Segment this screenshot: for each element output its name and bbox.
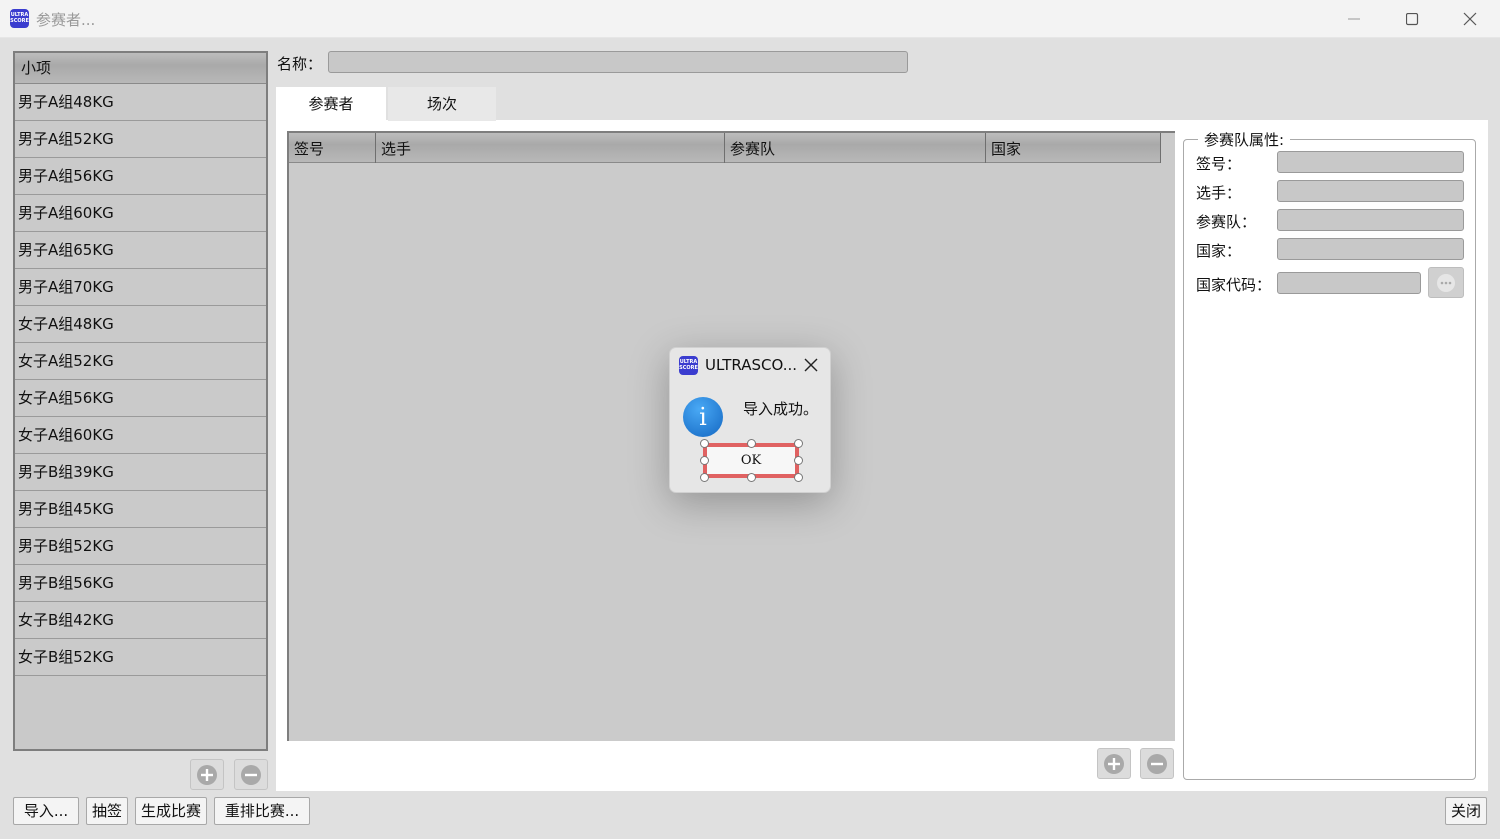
list-item[interactable]: 男子A组60KG — [15, 195, 266, 232]
message-dialog: ULTRA SCORE ULTRASCO... i 导入成功。 OK — [669, 347, 831, 493]
tab-participants[interactable]: 参赛者 — [276, 87, 386, 121]
list-item[interactable]: 女子A组60KG — [15, 417, 266, 454]
dialog-title: ULTRASCO... — [705, 356, 798, 374]
remove-event-button[interactable] — [234, 759, 268, 790]
country-code-field[interactable] — [1277, 272, 1421, 294]
name-label: 名称： — [277, 55, 323, 73]
draw-button[interactable]: 抽签 — [86, 797, 128, 825]
selection-handle — [794, 456, 803, 465]
app-logo-icon: ULTRA SCORE — [679, 356, 698, 375]
team-field[interactable] — [1277, 209, 1464, 231]
draw-number-field[interactable] — [1277, 151, 1464, 173]
event-list-header: 小项 — [15, 53, 266, 84]
add-participant-button[interactable] — [1097, 748, 1131, 779]
maximize-button[interactable] — [1383, 0, 1441, 38]
list-item[interactable]: 男子A组56KG — [15, 158, 266, 195]
generate-matches-button[interactable]: 生成比赛 — [135, 797, 207, 825]
add-event-button[interactable] — [190, 759, 224, 790]
list-item[interactable]: 女子B组42KG — [15, 602, 266, 639]
list-item[interactable]: 男子A组65KG — [15, 232, 266, 269]
list-item[interactable]: 女子A组52KG — [15, 343, 266, 380]
remove-participant-button[interactable] — [1140, 748, 1174, 779]
player-label: 选手： — [1196, 184, 1242, 202]
close-icon — [1463, 12, 1477, 26]
window-title: 参赛者... — [36, 11, 96, 29]
selection-handle — [794, 473, 803, 482]
plus-circle-icon — [197, 764, 217, 785]
event-list[interactable]: 小项 男子A组48KG 男子A组52KG 男子A组56KG 男子A组60KG 男… — [13, 51, 268, 751]
tab-matches[interactable]: 场次 — [388, 87, 496, 121]
country-code-browse-button[interactable] — [1428, 267, 1464, 298]
app-logo-icon: ULTRA SCORE — [10, 9, 29, 28]
list-item[interactable]: 男子B组52KG — [15, 528, 266, 565]
column-header-player[interactable]: 选手 — [376, 133, 725, 163]
import-button[interactable]: 导入... — [13, 797, 79, 825]
more-icon — [1437, 273, 1455, 292]
list-item[interactable]: 女子B组52KG — [15, 639, 266, 676]
selection-handle — [747, 473, 756, 482]
selection-handle — [794, 439, 803, 448]
column-header-draw-number[interactable]: 签号 — [289, 133, 376, 163]
selection-handle — [700, 473, 709, 482]
player-field[interactable] — [1277, 180, 1464, 202]
name-input[interactable] — [328, 51, 908, 73]
dialog-message: 导入成功。 — [743, 400, 819, 418]
minimize-icon — [1348, 18, 1360, 20]
list-item[interactable]: 男子B组45KG — [15, 491, 266, 528]
minus-circle-icon — [1147, 753, 1167, 774]
title-bar: ULTRA SCORE 参赛者... — [0, 0, 1500, 38]
team-properties-group — [1183, 139, 1476, 780]
dialog-close-button[interactable] — [802, 356, 820, 374]
country-label: 国家： — [1196, 242, 1242, 260]
column-header-team[interactable]: 参赛队 — [725, 133, 986, 163]
team-properties-title: 参赛队属性: — [1198, 129, 1291, 150]
close-button[interactable]: 关闭 — [1445, 797, 1487, 825]
list-item[interactable]: 男子A组52KG — [15, 121, 266, 158]
minimize-button[interactable] — [1325, 0, 1383, 38]
country-field[interactable] — [1277, 238, 1464, 260]
list-item[interactable]: 男子A组70KG — [15, 269, 266, 306]
list-item[interactable]: 女子A组48KG — [15, 306, 266, 343]
list-item[interactable]: 男子B组56KG — [15, 565, 266, 602]
maximize-icon — [1405, 12, 1418, 25]
list-item[interactable]: 女子A组56KG — [15, 380, 266, 417]
list-item[interactable]: 男子A组48KG — [15, 84, 266, 121]
minus-circle-icon — [241, 764, 261, 785]
plus-circle-icon — [1104, 753, 1124, 774]
grid-header: 签号 选手 参赛队 国家 — [289, 133, 1161, 163]
country-code-label: 国家代码： — [1196, 276, 1272, 294]
draw-number-label: 签号： — [1196, 155, 1242, 173]
info-icon: i — [683, 397, 723, 437]
list-item[interactable]: 男子B组39KG — [15, 454, 266, 491]
selection-handle — [700, 456, 709, 465]
close-icon — [804, 358, 818, 372]
selection-handle — [747, 439, 756, 448]
rearrange-matches-button[interactable]: 重排比赛... — [214, 797, 310, 825]
close-window-button[interactable] — [1441, 0, 1499, 38]
column-header-country[interactable]: 国家 — [986, 133, 1161, 163]
team-label: 参赛队： — [1196, 213, 1257, 231]
selection-handle — [700, 439, 709, 448]
